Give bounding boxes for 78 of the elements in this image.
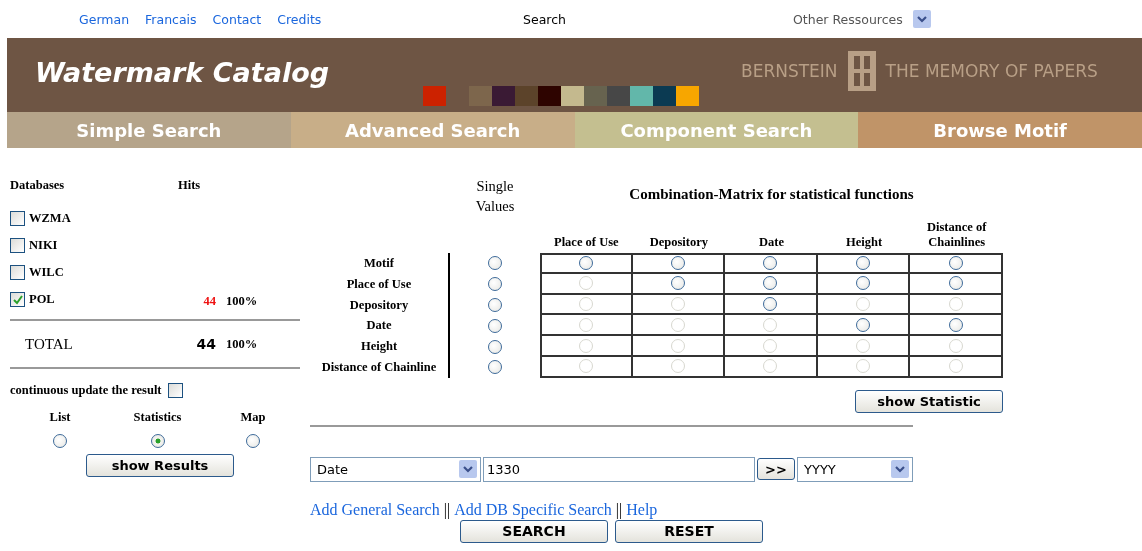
radio-button[interactable] (488, 318, 502, 333)
database-label: WILC (29, 265, 64, 280)
column-header: Height (845, 234, 884, 251)
checkbox[interactable] (10, 238, 25, 253)
row-label: Distance of Chainline (310, 357, 450, 378)
link[interactable]: Add General Search (310, 500, 440, 519)
link[interactable]: Help (626, 500, 658, 519)
brand-name: BERNSTEIN (741, 61, 838, 81)
checkbox[interactable] (10, 265, 25, 280)
radio-button[interactable] (53, 434, 67, 448)
radio-button[interactable] (763, 256, 778, 271)
row-label: Height (310, 336, 450, 357)
go-button[interactable]: >> (757, 458, 795, 481)
radio-button[interactable] (856, 317, 871, 332)
radio-button[interactable] (670, 256, 685, 271)
radio-button[interactable] (488, 360, 502, 375)
radio-button[interactable] (948, 276, 963, 291)
total-percent: 100% (226, 336, 259, 352)
option-label: continuous update the result (10, 383, 162, 398)
radio-button[interactable] (488, 339, 502, 354)
row-label: Place of Use (310, 273, 450, 295)
database-label: WZMA (29, 211, 71, 226)
radio-button[interactable] (488, 256, 502, 271)
column-header: Hits (178, 178, 202, 193)
row-label: Depository (310, 294, 450, 316)
radio-label: List (49, 410, 71, 425)
brand-tagline: THE MEMORY OF PAPERS (885, 61, 1098, 81)
radio-button[interactable] (763, 276, 778, 291)
separator: || (615, 500, 623, 519)
total-label: TOTAL (24, 335, 74, 353)
nav-link[interactable]: German (79, 11, 130, 27)
database-label: NIKI (29, 238, 58, 253)
checkbox[interactable] (10, 292, 25, 307)
nav-link[interactable]: Credits (277, 11, 322, 27)
check-icon (11, 294, 24, 305)
checkbox[interactable] (10, 211, 25, 226)
radio-button[interactable] (670, 276, 685, 291)
link[interactable]: Add DB Specific Search (454, 500, 612, 519)
total-count: 44 (195, 336, 217, 352)
row-label: Motif (310, 253, 450, 274)
search-input[interactable]: 1330 (483, 456, 755, 482)
radio-label: Map (240, 410, 266, 425)
database-label: POL (29, 292, 55, 307)
search-label: Search (523, 11, 567, 27)
nav-link[interactable]: Francais (145, 11, 197, 27)
column-header: Databases (10, 178, 66, 193)
field-dropdown[interactable]: Date (310, 456, 481, 482)
radio-button[interactable] (579, 256, 594, 271)
site-title: Watermark Catalog (35, 57, 331, 88)
column-header: Date (758, 234, 785, 251)
radio-button[interactable] (246, 434, 260, 448)
radio-button[interactable] (150, 434, 165, 448)
checkbox[interactable] (167, 383, 183, 398)
radio-label: Statistics (133, 410, 182, 425)
show-statistic-button[interactable]: show Statistic (855, 389, 1003, 413)
hits-percent: 100% (226, 294, 259, 309)
resources-dropdown[interactable]: Other Ressources (793, 10, 931, 28)
format-dropdown[interactable]: YYYY (797, 456, 913, 482)
window-logo-icon (847, 51, 876, 91)
radio-button[interactable] (488, 277, 502, 292)
radio-button[interactable] (856, 256, 871, 271)
radio-button[interactable] (763, 297, 778, 311)
nav-link[interactable]: Contact (212, 11, 262, 27)
column-header: Distance of Chainlines (926, 222, 988, 251)
column-header: Depository (648, 234, 710, 251)
column-header: Single Values (474, 177, 516, 216)
row-label: Date (310, 315, 450, 337)
action-button[interactable]: RESET (615, 519, 763, 543)
hits-count: 44 (202, 294, 217, 309)
action-button[interactable]: SEARCH (460, 519, 608, 543)
separator: || (443, 500, 451, 519)
radio-button[interactable] (488, 298, 502, 312)
show-results-button[interactable]: show Results (86, 454, 234, 477)
radio-button[interactable] (948, 317, 963, 332)
matrix-title: Combination-Matrix for statistical functions (628, 185, 915, 204)
radio-button[interactable] (948, 256, 963, 271)
column-header: Place of Use (553, 234, 620, 251)
radio-button[interactable] (856, 276, 871, 291)
